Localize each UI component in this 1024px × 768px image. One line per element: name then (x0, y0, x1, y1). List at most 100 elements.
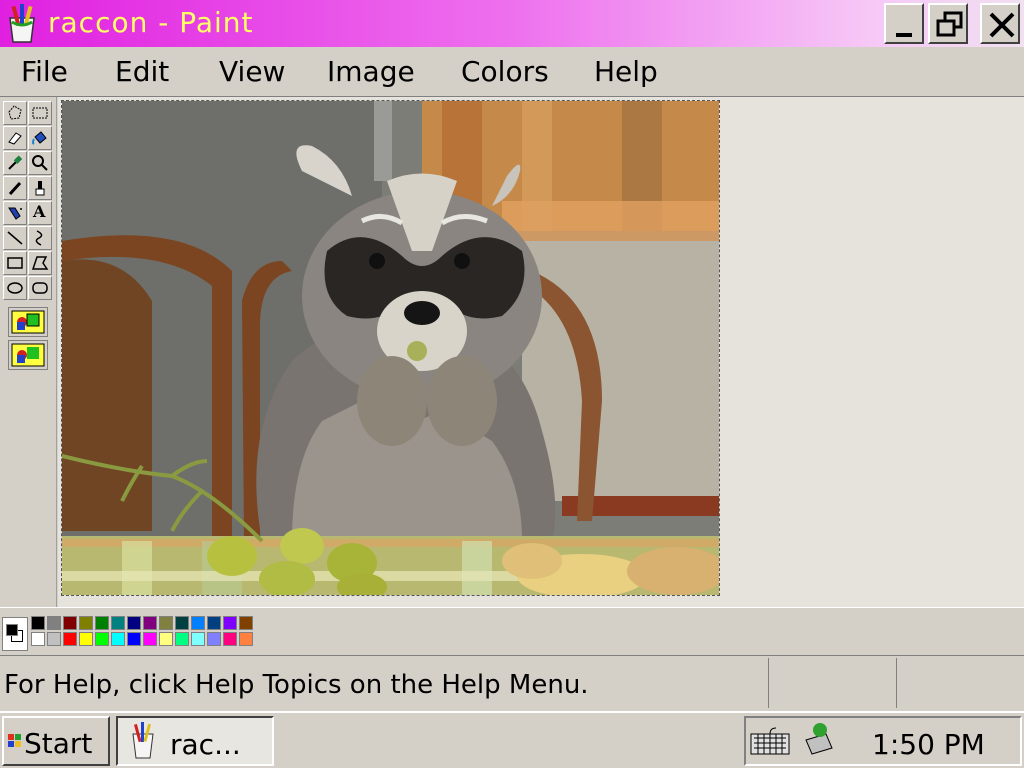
taskbar: Start rac... 1:50 PM (0, 711, 1024, 768)
paint-app-icon[interactable] (4, 4, 40, 44)
color-swatch[interactable] (175, 616, 189, 630)
opaque-mode-icon (11, 310, 45, 334)
brush-tool[interactable] (28, 176, 52, 200)
polygon-tool[interactable] (28, 251, 52, 275)
window-title: raccon - Paint (48, 6, 254, 39)
color-swatch[interactable] (63, 616, 77, 630)
close-button[interactable] (980, 3, 1020, 44)
color-swatch[interactable] (47, 632, 61, 646)
line-tool[interactable] (3, 226, 27, 250)
color-swatch[interactable] (111, 632, 125, 646)
rounded-rect-icon (32, 282, 48, 294)
rect-select-tool[interactable] (28, 101, 52, 125)
color-swatch[interactable] (79, 632, 93, 646)
color-swatch[interactable] (127, 632, 141, 646)
raccoon-photo (62, 101, 719, 595)
color-swatch[interactable] (31, 632, 45, 646)
color-swatch[interactable] (47, 616, 61, 630)
color-swatch[interactable] (207, 616, 221, 630)
status-bar: For Help, click Help Topics on the Help … (0, 656, 1024, 711)
curve-icon (35, 230, 43, 246)
color-swatch[interactable] (223, 632, 237, 646)
status-coordinates-cell (768, 658, 896, 708)
polygon-icon (31, 256, 49, 270)
menu-file[interactable]: File (21, 55, 68, 88)
system-tray: 1:50 PM (744, 716, 1022, 766)
minimize-icon (896, 33, 912, 37)
rect-select-icon (32, 107, 48, 119)
windows-logo-icon (8, 734, 21, 747)
restore-button[interactable] (928, 3, 968, 44)
foreground-color-box (6, 624, 18, 636)
drawing-canvas[interactable] (61, 100, 720, 596)
menu-view[interactable]: View (219, 55, 285, 88)
text-tool[interactable]: A (28, 201, 52, 225)
menu-bar: File Edit View Image Colors Help (0, 47, 1024, 97)
taskbar-clock[interactable]: 1:50 PM (872, 728, 985, 761)
color-swatch[interactable] (79, 616, 93, 630)
keyboard-icon[interactable] (750, 726, 790, 756)
color-swatch[interactable] (95, 616, 109, 630)
text-icon: A (33, 202, 46, 221)
color-swatch[interactable] (63, 632, 77, 646)
color-swatch[interactable] (191, 632, 205, 646)
airbrush-tool[interactable] (3, 201, 27, 225)
free-select-icon (8, 105, 22, 120)
current-colors[interactable] (2, 617, 28, 651)
menu-image[interactable]: Image (327, 55, 415, 88)
color-swatch[interactable] (95, 632, 109, 646)
color-picker-icon (8, 155, 23, 170)
rounded-rect-tool[interactable] (28, 276, 52, 300)
free-select-tool[interactable] (3, 101, 27, 125)
magnifier-icon (32, 155, 48, 171)
transparent-mode-icon (11, 343, 45, 367)
color-swatch[interactable] (159, 632, 173, 646)
restore-icon (936, 11, 963, 37)
start-label: Start (24, 727, 93, 760)
title-bar[interactable]: raccon - Paint (0, 0, 1024, 47)
toolbox: A (0, 97, 57, 607)
transparent-mode-option[interactable] (8, 340, 48, 370)
ellipse-icon (7, 282, 23, 294)
color-swatch[interactable] (111, 616, 125, 630)
paint-app-icon (132, 722, 154, 759)
color-swatch[interactable] (127, 616, 141, 630)
magnifier-tool[interactable] (28, 151, 52, 175)
curve-tool[interactable] (28, 226, 52, 250)
start-button[interactable]: Start (2, 716, 110, 766)
menu-edit[interactable]: Edit (115, 55, 169, 88)
rectangle-icon (7, 257, 23, 269)
network-status-icon[interactable] (798, 720, 838, 760)
pencil-tool[interactable] (3, 176, 27, 200)
color-swatch[interactable] (31, 616, 45, 630)
color-swatch[interactable] (143, 632, 157, 646)
opaque-mode-option[interactable] (8, 307, 48, 337)
menu-colors[interactable]: Colors (461, 55, 549, 88)
color-swatch[interactable] (223, 616, 237, 630)
minimize-button[interactable] (884, 3, 924, 44)
close-icon (989, 12, 1015, 38)
color-swatch[interactable] (191, 616, 205, 630)
color-swatch[interactable] (239, 632, 253, 646)
color-swatch[interactable] (143, 616, 157, 630)
taskbar-paint-button[interactable]: rac... (116, 716, 274, 766)
color-swatch[interactable] (159, 616, 173, 630)
fill-icon (32, 131, 47, 145)
ellipse-tool[interactable] (3, 276, 27, 300)
canvas-workspace[interactable] (58, 97, 1024, 607)
color-swatch[interactable] (239, 616, 253, 630)
color-picker-tool[interactable] (3, 151, 27, 175)
brush-icon (35, 181, 45, 196)
color-swatch[interactable] (175, 632, 189, 646)
eraser-tool[interactable] (3, 126, 27, 150)
menu-help[interactable]: Help (594, 55, 658, 88)
airbrush-icon (8, 207, 22, 220)
rectangle-tool[interactable] (3, 251, 27, 275)
status-size-cell (896, 658, 1024, 708)
color-swatch[interactable] (207, 632, 221, 646)
fill-tool[interactable] (28, 126, 52, 150)
status-help-text: For Help, click Help Topics on the Help … (4, 670, 589, 700)
color-palette (0, 607, 1024, 656)
eraser-icon (8, 132, 22, 145)
line-icon (7, 231, 23, 245)
